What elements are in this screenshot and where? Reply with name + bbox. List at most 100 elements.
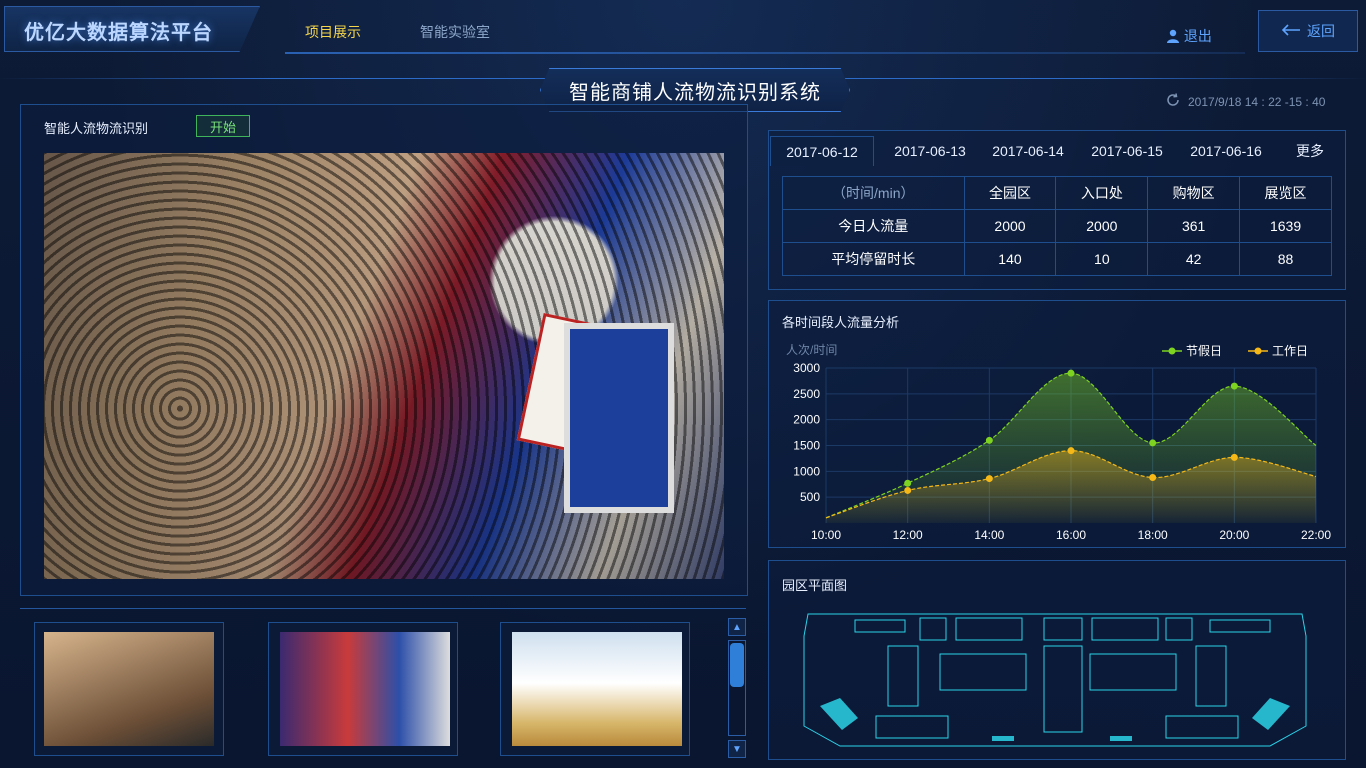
zone-box <box>955 617 1023 641</box>
chart-panel-title: 各时间段人流量分析 <box>782 315 900 330</box>
zone-box <box>1165 617 1193 641</box>
tab-date-2[interactable]: 2017-06-14 <box>978 136 1078 166</box>
legend-marker <box>1254 347 1262 355</box>
floor-panel-title: 园区平面图 <box>782 578 848 593</box>
x-tick-label: 22:00 <box>1301 528 1331 542</box>
table-cell: 140 <box>963 242 1057 276</box>
tab-date-1[interactable]: 2017-06-13 <box>880 136 980 166</box>
nav-underline <box>285 52 1245 54</box>
datetime: 2017/9/18 14 : 22 -15 : 40 <box>1166 93 1325 110</box>
data-point <box>904 479 912 487</box>
park-outline <box>803 613 1307 747</box>
x-tick-label: 14:00 <box>974 528 1004 542</box>
zone-box <box>1195 645 1227 707</box>
scroll-up-icon[interactable]: ▲ <box>728 618 746 636</box>
table-row: 平均停留时长 140 10 42 88 <box>782 242 1332 276</box>
table-cell: 88 <box>1239 242 1332 276</box>
thumbnail-scrollbar[interactable]: ▲ ▼ <box>728 618 748 760</box>
thumbnail-1[interactable] <box>44 632 214 746</box>
tab-date-3[interactable]: 2017-06-15 <box>1077 136 1177 166</box>
tab-more[interactable]: 更多 <box>1280 136 1340 166</box>
zone-box <box>939 653 1027 691</box>
data-point <box>1230 382 1238 390</box>
zone-box <box>887 645 919 707</box>
zone-box <box>1209 619 1271 633</box>
back-label: 返回 <box>1307 23 1335 39</box>
y-tick-label: 3000 <box>793 361 820 375</box>
main-video-feed[interactable] <box>44 153 724 579</box>
y-tick-label: 1000 <box>793 464 820 478</box>
table-header-cell: 入口处 <box>1055 176 1149 210</box>
table-cell: 10 <box>1055 242 1149 276</box>
user-icon <box>1166 28 1184 44</box>
data-point <box>1149 439 1157 447</box>
table-cell: 2000 <box>1055 209 1149 243</box>
row-label: 平均停留时长 <box>782 242 965 276</box>
data-point <box>1149 474 1157 482</box>
thumbnail-3[interactable] <box>512 632 682 746</box>
zone-box <box>1043 645 1083 733</box>
thumbnail-divider <box>20 608 746 609</box>
zone-box <box>875 715 949 739</box>
stats-table: （时间/min） 全园区 入口处 购物区 展览区 今日人流量 2000 2000… <box>782 176 1332 276</box>
booth-structure <box>564 323 674 513</box>
legend-marker <box>1168 347 1176 355</box>
row-label: 今日人流量 <box>782 209 965 243</box>
zone-box <box>919 617 947 641</box>
tab-date-4[interactable]: 2017-06-16 <box>1176 136 1276 166</box>
x-tick-label: 20:00 <box>1219 528 1249 542</box>
zone-box <box>1089 653 1177 691</box>
y-tick-label: 2500 <box>793 387 820 401</box>
zone-box <box>1043 617 1083 641</box>
data-point <box>1230 453 1238 461</box>
legend-label: 节假日 <box>1186 344 1222 358</box>
traffic-line-chart: 人次/时间 3000 2500 2000 1500 1000 500 10:00 12:00 14… <box>786 343 1331 542</box>
x-tick-label: 18:00 <box>1138 528 1168 542</box>
start-button[interactable]: 开始 <box>196 115 250 137</box>
y-tick-label: 2000 <box>793 413 820 427</box>
table-cell: 2000 <box>963 209 1057 243</box>
table-header-cell: 展览区 <box>1239 176 1332 210</box>
x-tick-label: 16:00 <box>1056 528 1086 542</box>
thumbnail-2[interactable] <box>280 632 450 746</box>
data-point <box>904 486 912 494</box>
table-header-cell: （时间/min） <box>782 176 965 210</box>
nav-smart-lab[interactable]: 智能实验室 <box>420 22 490 42</box>
datetime-text: 2017/9/18 14 : 22 -15 : 40 <box>1188 94 1326 109</box>
x-tick-label: 10:00 <box>811 528 841 542</box>
nav-project-showcase[interactable]: 项目展示 <box>305 22 361 42</box>
table-cell: 42 <box>1147 242 1241 276</box>
logout-button[interactable]: 退出 <box>1166 26 1212 46</box>
gate-marker <box>1110 736 1132 741</box>
scroll-track[interactable] <box>728 640 746 736</box>
data-point <box>1067 369 1075 377</box>
tab-date-0[interactable]: 2017-06-12 <box>770 136 874 166</box>
zone-box <box>1165 715 1239 739</box>
data-point <box>985 436 993 444</box>
back-button[interactable]: 返回 <box>1258 10 1358 52</box>
page-title: 智能商铺人流物流识别系统 <box>569 81 821 104</box>
entrance-marker <box>820 698 858 730</box>
scroll-thumb[interactable] <box>730 643 744 687</box>
zone-box <box>1091 617 1159 641</box>
gate-marker <box>992 736 1014 741</box>
entrance-marker <box>1252 698 1290 730</box>
refresh-icon[interactable] <box>1166 93 1180 110</box>
y-tick-label: 500 <box>800 490 820 504</box>
date-tabs: 2017-06-12 2017-06-13 2017-06-14 2017-06… <box>770 136 1342 166</box>
table-row: 今日人流量 2000 2000 361 1639 <box>782 209 1332 243</box>
floor-plan-map[interactable] <box>800 606 1310 756</box>
table-cell: 361 <box>1147 209 1241 243</box>
legend-label: 工作日 <box>1272 344 1308 358</box>
table-header-cell: 购物区 <box>1147 176 1241 210</box>
table-header-cell: 全园区 <box>963 176 1057 210</box>
y-tick-label: 1500 <box>793 439 820 453</box>
table-cell: 1639 <box>1239 209 1332 243</box>
table-header-row: （时间/min） 全园区 入口处 购物区 展览区 <box>782 176 1332 210</box>
data-point <box>985 475 993 483</box>
video-panel-title: 智能人流物流识别 <box>44 121 149 136</box>
logout-label: 退出 <box>1183 28 1212 44</box>
scroll-down-icon[interactable]: ▼ <box>728 740 746 758</box>
brand-title: 优亿大数据算法平台 <box>24 22 213 44</box>
x-tick-label: 12:00 <box>893 528 923 542</box>
